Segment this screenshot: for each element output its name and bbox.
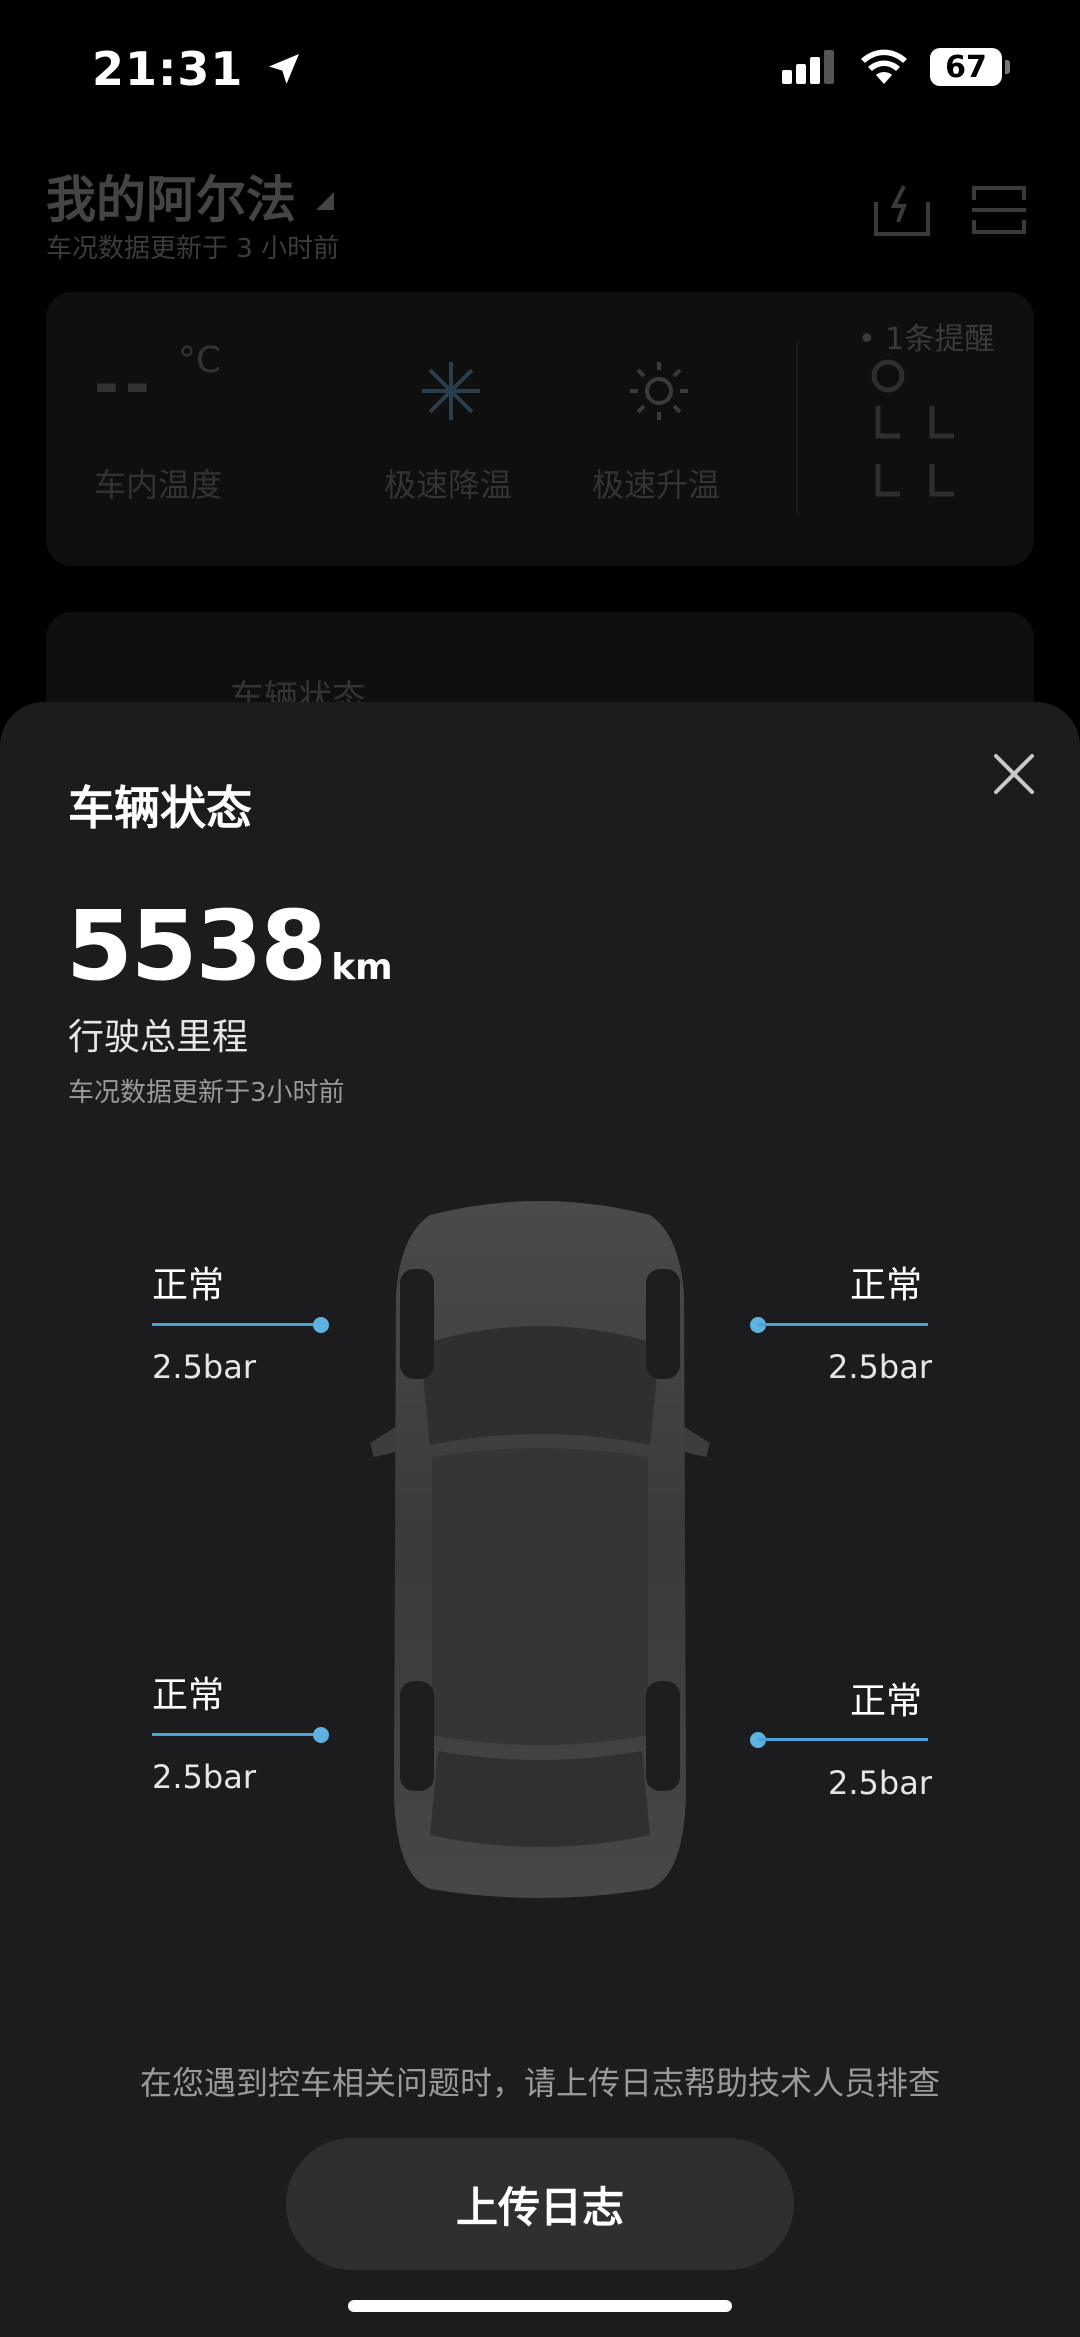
front-right-tire-line	[758, 1323, 928, 1326]
front-right-tire-status: 正常	[850, 1265, 923, 1306]
seat-layout-icon[interactable]	[866, 356, 966, 506]
vehicle-name[interactable]: 我的阿尔法	[46, 160, 296, 232]
battery-nub	[1005, 60, 1010, 74]
rear-right-tire-pressure: 2.5bar	[828, 1764, 932, 1802]
sun-icon[interactable]	[626, 358, 692, 424]
wifi-icon	[861, 49, 907, 84]
upload-log-button[interactable]: 上传日志	[286, 2138, 794, 2270]
mileage-value: 5538	[66, 890, 327, 1002]
mileage-label: 行驶总里程	[68, 1017, 249, 1058]
cabin-temperature-label: 车内温度	[94, 466, 223, 504]
status-icons: 67	[782, 48, 1010, 86]
snowflake-icon[interactable]	[418, 358, 484, 424]
rear-left-tire-pressure: 2.5bar	[152, 1758, 256, 1796]
front-right-tire-pressure: 2.5bar	[828, 1348, 932, 1386]
location-arrow-icon	[269, 54, 300, 84]
quick-heat-button[interactable]: 极速升温	[592, 460, 720, 506]
front-left-tire-pressure: 2.5bar	[152, 1348, 256, 1386]
home-indicator[interactable]	[348, 2300, 732, 2312]
upload-log-hint: 在您遇到控车相关问题时，请上传日志帮助技术人员排查	[139, 2064, 940, 2102]
cabin-temperature: --	[94, 350, 156, 420]
scan-icon[interactable]	[970, 182, 1028, 238]
rear-right-tire-line	[758, 1738, 928, 1741]
charging-icon[interactable]	[872, 182, 932, 238]
rear-left-tire-status: 正常	[152, 1675, 225, 1716]
rear-right-tire-status: 正常	[850, 1681, 923, 1722]
rear-left-tire-dot	[313, 1727, 329, 1743]
mileage-unit: km	[331, 947, 393, 988]
close-icon[interactable]	[980, 740, 1048, 808]
rear-left-tire-line	[152, 1733, 320, 1736]
data-update-time: 车况数据更新于3小时前	[68, 1078, 345, 1108]
front-left-tire-status: 正常	[152, 1265, 225, 1306]
total-mileage: 5538 km	[66, 890, 393, 1002]
sheet-title: 车辆状态	[68, 781, 252, 835]
battery-indicator: 67	[930, 48, 1002, 86]
alert-count[interactable]: • 1条提醒	[858, 314, 994, 358]
status-time: 21:31	[92, 42, 304, 96]
quick-cool-button[interactable]: 极速降温	[384, 460, 512, 506]
cellular-signal-icon	[782, 50, 834, 84]
front-left-tire-dot	[313, 1317, 329, 1333]
car-top-view	[370, 1201, 710, 1898]
temperature-unit: °C	[178, 340, 222, 381]
dropdown-triangle-icon	[316, 192, 334, 210]
background-update-time: 车况数据更新于 3 小时前	[46, 234, 340, 264]
front-left-tire-line	[152, 1323, 320, 1326]
card-divider	[796, 342, 798, 514]
